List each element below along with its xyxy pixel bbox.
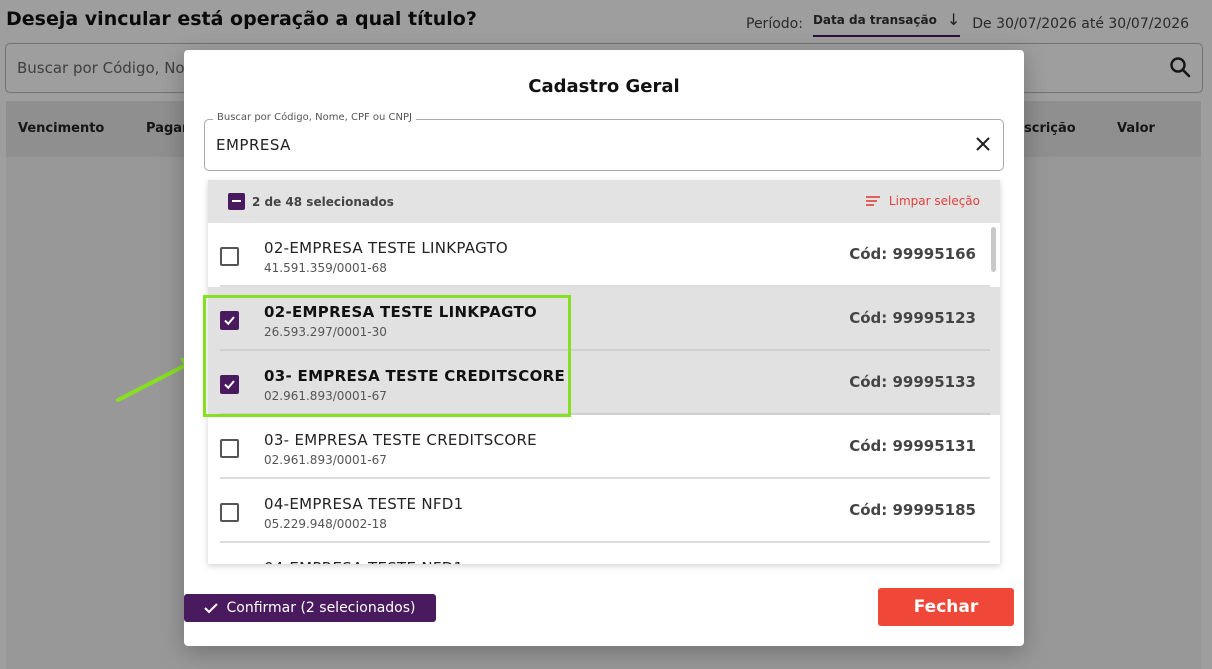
close-button[interactable]: Fechar [878, 588, 1014, 626]
item-name: 02-EMPRESA TESTE LINKPAGTO [264, 303, 538, 321]
list-header: 2 de 48 selecionados Limpar seleção [208, 180, 1000, 223]
close-label: Fechar [913, 597, 979, 617]
list-item[interactable]: 02-EMPRESA TESTE LINKPAGTO 26.593.297/000… [208, 287, 1000, 351]
list-item[interactable]: 03- EMPRESA TESTE CREDITSCORE 02.961.893/… [208, 415, 1000, 479]
item-document: 41.591.359/0001-68 [264, 261, 387, 275]
confirm-label: Confirmar (2 selecionados) [226, 600, 416, 616]
item-name: 03- EMPRESA TESTE CREDITSCORE [264, 431, 537, 449]
confirm-button[interactable]: Confirmar (2 selecionados) [184, 594, 436, 622]
modal-search-input[interactable]: Buscar por Código, Nome, CPF ou CNPJ EMP… [204, 112, 1004, 171]
item-checkbox[interactable] [220, 311, 239, 330]
modal-search-value: EMPRESA [216, 136, 291, 154]
item-document: 26.593.297/0001-30 [264, 325, 387, 339]
item-document: 02.961.893/0001-67 [264, 453, 387, 467]
close-icon[interactable] [972, 133, 994, 155]
list-item[interactable]: 02-EMPRESA TESTE LINKPAGTO 41.591.359/000… [208, 223, 1000, 287]
selected-count: 2 de 48 selecionados [252, 195, 394, 209]
item-document: 02.961.893/0001-67 [264, 389, 387, 403]
clear-selection-button[interactable]: Limpar seleção [865, 194, 980, 208]
item-checkbox[interactable] [220, 439, 239, 458]
list-item[interactable]: 04-EMPRESA TESTE NFD1 [208, 543, 1000, 564]
modal-title: Cadastro Geral [528, 76, 680, 97]
item-name: 03- EMPRESA TESTE CREDITSCORE [264, 367, 566, 385]
cadastro-geral-modal: Cadastro Geral Buscar por Código, Nome, … [184, 50, 1024, 646]
clear-list-icon [865, 196, 880, 206]
item-document: 05.229.948/0002-18 [264, 517, 387, 531]
item-code: Cód: 99995123 [849, 309, 976, 327]
item-name: 02-EMPRESA TESTE LINKPAGTO [264, 239, 509, 257]
item-code: Cód: 99995185 [849, 501, 976, 519]
list-item[interactable]: 03- EMPRESA TESTE CREDITSCORE 02.961.893/… [208, 351, 1000, 415]
item-name: 04-EMPRESA TESTE NFD1 [264, 495, 464, 513]
item-code: Cód: 99995131 [849, 437, 976, 455]
item-checkbox[interactable] [220, 375, 239, 394]
item-checkbox[interactable] [220, 247, 239, 266]
check-icon [204, 603, 219, 614]
scrollbar[interactable] [991, 227, 996, 272]
item-code: Cód: 99995133 [849, 373, 976, 391]
modal-search-label: Buscar por Código, Nome, CPF ou CNPJ [213, 112, 416, 123]
results-list: 2 de 48 selecionados Limpar seleção 02-E… [208, 180, 1000, 564]
item-checkbox[interactable] [220, 503, 239, 522]
clear-selection-label: Limpar seleção [888, 194, 980, 208]
item-code: Cód: 99995166 [849, 245, 976, 263]
item-name: 04-EMPRESA TESTE NFD1 [264, 559, 464, 564]
list-item[interactable]: 04-EMPRESA TESTE NFD1 05.229.948/0002-18 C… [208, 479, 1000, 543]
select-all-checkbox[interactable] [228, 193, 245, 210]
